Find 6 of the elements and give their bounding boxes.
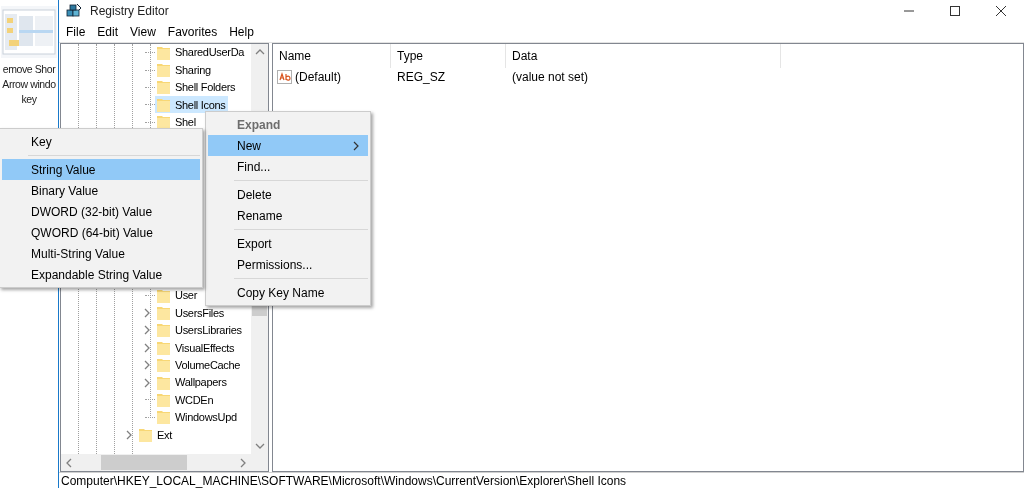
value-type: REG_SZ (396, 69, 446, 86)
value-data: (value not set) (511, 69, 589, 86)
window-title: Registry Editor (90, 3, 169, 20)
value-name: (Default) (295, 69, 341, 86)
desktop-icon-label: emove Shor Arrow windo key (2, 62, 56, 107)
status-bar: Computer\HKEY_LOCAL_MACHINE\SOFTWARE\Microsoft\Windows\CurrentVersion\Explorer\Shell Icons (59, 472, 1024, 488)
